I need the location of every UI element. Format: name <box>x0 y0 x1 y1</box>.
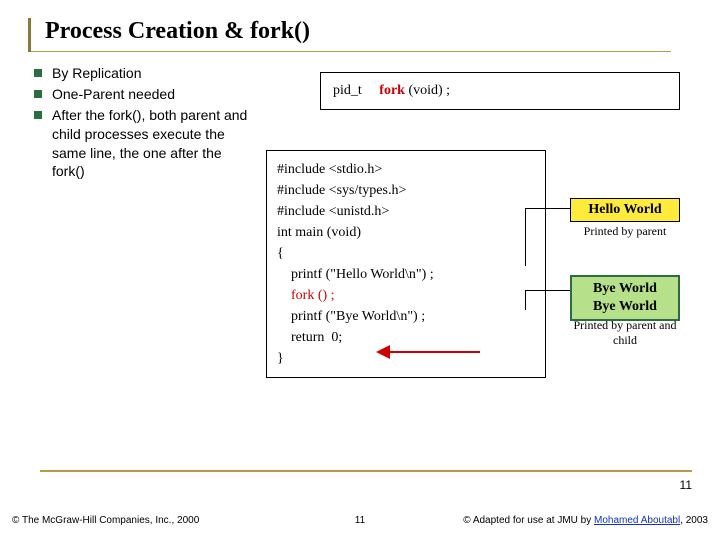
list-item: By Replication <box>34 64 248 83</box>
code-line: printf ("Bye World\n") ; <box>277 306 535 327</box>
page-number: 11 <box>680 478 692 492</box>
footer-author-link[interactable]: Mohamed Aboutabl <box>594 515 680 526</box>
output-text: Bye World <box>582 298 668 316</box>
output-bye-box: Bye World Bye World <box>570 275 680 321</box>
bullet-icon <box>34 90 42 98</box>
fork-signature-box: pid_t fork (void) ; <box>320 72 680 110</box>
arrow-icon <box>390 351 480 353</box>
connector-line <box>525 208 526 266</box>
bullet-text: By Replication <box>52 64 142 83</box>
code-line: #include <unistd.h> <box>277 201 535 222</box>
code-line: return 0; <box>277 327 535 348</box>
list-item: One-Parent needed <box>34 85 248 104</box>
footer-right: © Adapted for use at JMU by Mohamed Abou… <box>463 515 708 526</box>
code-box: #include <stdio.h> #include <sys/types.h… <box>266 150 546 378</box>
code-line: { <box>277 243 535 264</box>
signature-return: pid_t <box>333 83 362 98</box>
footer-right-suffix: , 2003 <box>680 515 708 526</box>
bullet-icon <box>34 69 42 77</box>
footer-right-prefix: © Adapted for use at JMU by <box>463 515 594 526</box>
bullet-list: By Replication One-Parent needed After t… <box>28 64 248 183</box>
footer-rule <box>40 470 692 472</box>
footer-center: 11 <box>355 515 365 526</box>
slide: Process Creation & fork() By Replication… <box>0 0 720 540</box>
code-fork-line: fork () ; <box>277 285 535 306</box>
signature-args: (void) ; <box>408 83 450 98</box>
bullet-text: After the fork(), both parent and child … <box>52 106 248 182</box>
signature-name: fork <box>379 83 405 98</box>
connector-line <box>525 208 570 209</box>
connector-line <box>525 290 570 291</box>
footer-left: © The McGraw-Hill Companies, Inc., 2000 <box>12 515 199 526</box>
output-hello-box: Hello World <box>570 198 680 222</box>
output-hello-caption: Printed by parent <box>570 224 680 239</box>
code-line: int main (void) <box>277 222 535 243</box>
code-line: #include <sys/types.h> <box>277 180 535 201</box>
code-line: #include <stdio.h> <box>277 159 535 180</box>
code-line: printf ("Hello World\n") ; <box>277 264 535 285</box>
title-block: Process Creation & fork() <box>28 18 692 52</box>
connector-line <box>525 290 526 310</box>
slide-title: Process Creation & fork() <box>45 18 692 45</box>
output-text: Bye World <box>582 280 668 298</box>
list-item: After the fork(), both parent and child … <box>34 106 248 182</box>
footer: © The McGraw-Hill Companies, Inc., 2000 … <box>12 515 708 526</box>
bullet-text: One-Parent needed <box>52 85 175 104</box>
bullet-icon <box>34 111 42 119</box>
title-rule <box>31 51 671 52</box>
output-text: Hello World <box>588 202 661 217</box>
output-bye-caption: Printed by parent and child <box>570 318 680 348</box>
